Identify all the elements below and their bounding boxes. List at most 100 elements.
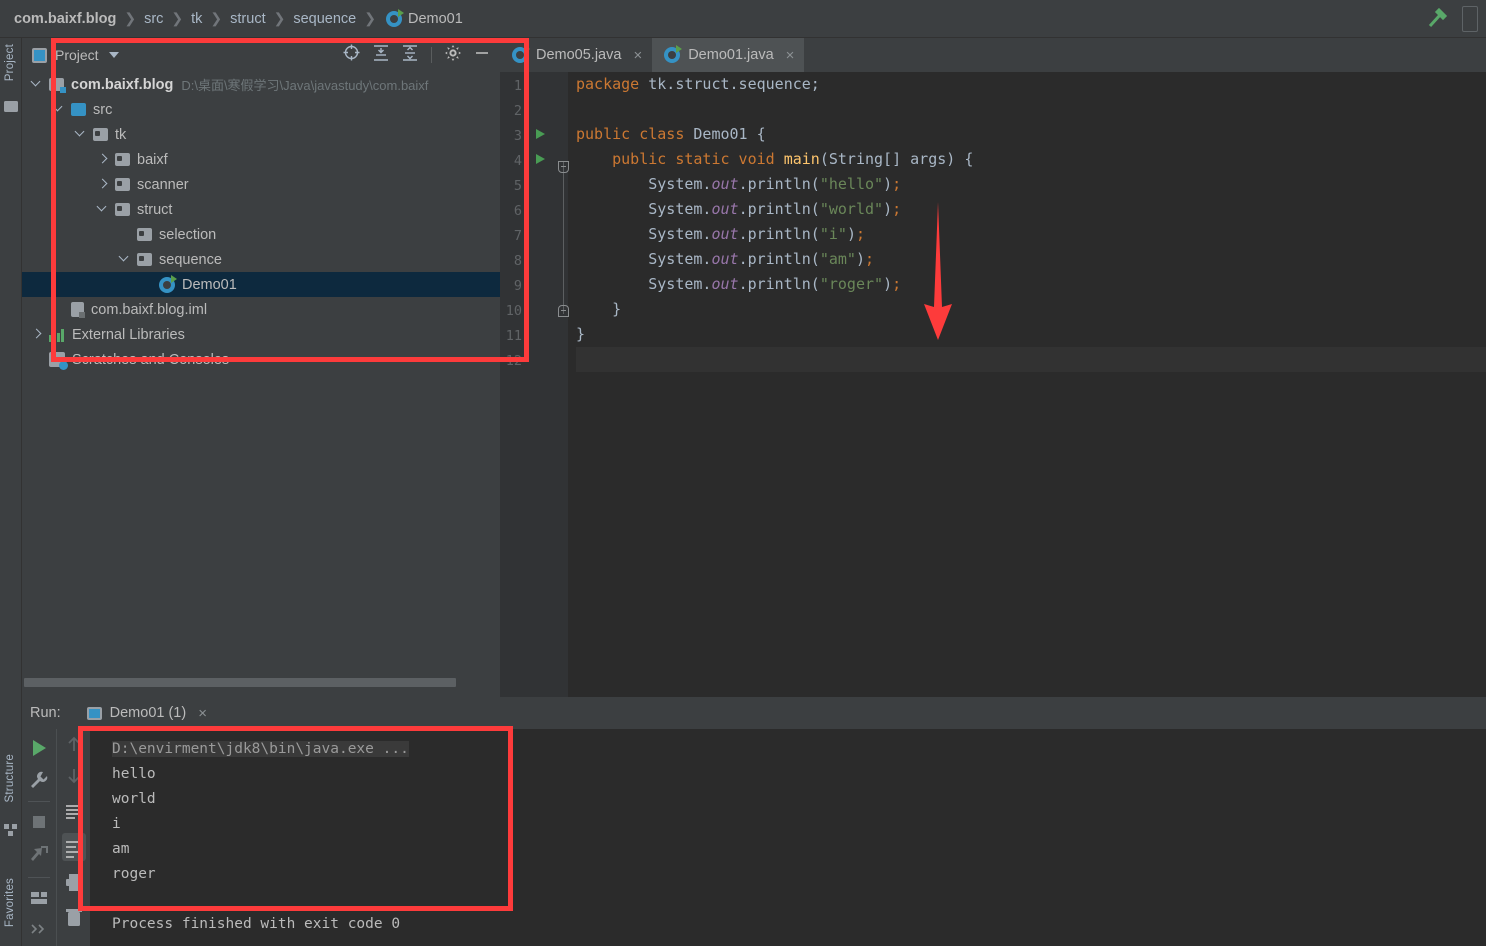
line-number: 2: [513, 103, 522, 119]
code-line-7[interactable]: System.out.println("i");: [576, 222, 1486, 247]
chevron-down-icon[interactable]: [120, 254, 131, 265]
code-line-3[interactable]: public class Demo01 {: [576, 122, 1486, 147]
chevron-down-icon[interactable]: [98, 204, 109, 215]
tree-arrow-placeholder: [142, 279, 153, 290]
expand-all-icon[interactable]: [373, 44, 389, 66]
tree-item-demo01[interactable]: Demo01: [22, 272, 500, 297]
breadcrumb-item-demo01[interactable]: Demo01: [408, 11, 463, 27]
scroll-to-end-icon[interactable]: [62, 833, 86, 861]
close-icon[interactable]: ×: [786, 47, 795, 64]
down-arrow-icon[interactable]: [63, 765, 85, 787]
code-token-pl: ): [855, 250, 865, 268]
code-line-10[interactable]: }: [576, 297, 1486, 322]
collapse-all-icon[interactable]: [402, 44, 418, 66]
chevron-down-icon[interactable]: [54, 104, 65, 115]
code-line-4[interactable]: public static void main(String[] args) {: [576, 147, 1486, 172]
close-icon[interactable]: ×: [633, 47, 642, 64]
code-line-9[interactable]: System.out.println("roger");: [576, 272, 1486, 297]
code-line-11[interactable]: }: [576, 322, 1486, 347]
breadcrumb-separator: ❯: [273, 10, 286, 26]
chevron-right-icon[interactable]: [32, 329, 43, 340]
strip-label-structure[interactable]: Structure: [4, 754, 16, 802]
tree-item-selection[interactable]: selection: [22, 222, 500, 247]
line-number: 10: [505, 303, 522, 319]
tree-item-label: Scratches and Consoles: [72, 351, 230, 368]
editor-tab-label: Demo01.java: [688, 47, 774, 63]
resume-icon[interactable]: [28, 843, 50, 865]
code-editor[interactable]: 1 2 3 4 5 6 7 8 9 10 11 12 package tk.struct.sequen…: [51, 38, 1486, 697]
hammer-icon[interactable]: [1426, 6, 1452, 32]
line-number: 4: [513, 153, 522, 169]
up-arrow-icon[interactable]: [63, 733, 85, 755]
tree-item-com-baixf-blog[interactable]: com.baixf.blog D:\桌面\寒假学习\Java\javastudy\…: [22, 72, 500, 97]
code-line-8[interactable]: System.out.println("am");: [576, 247, 1486, 272]
project-tree[interactable]: com.baixf.blog D:\桌面\寒假学习\Java\javastudy\…: [22, 72, 500, 680]
tree-item-label: External Libraries: [72, 326, 185, 343]
breadcrumb-item-tk[interactable]: tk: [191, 11, 202, 27]
stop-icon[interactable]: [28, 811, 50, 833]
expand-more-icon[interactable]: [28, 921, 50, 943]
tree-item-sequence[interactable]: sequence: [22, 247, 500, 272]
locate-icon[interactable]: [343, 44, 360, 66]
code-line-6[interactable]: System.out.println("world");: [576, 197, 1486, 222]
chevron-down-icon[interactable]: [76, 129, 87, 140]
tree-item-scratches-and-consoles[interactable]: Scratches and Consoles: [22, 347, 500, 372]
editor-gutter[interactable]: 1 2 3 4 5 6 7 8 9 10 11 12: [500, 72, 569, 697]
chevron-right-icon[interactable]: [98, 179, 109, 190]
code-line-5[interactable]: System.out.println("hello");: [576, 172, 1486, 197]
settings-gear-icon[interactable]: [445, 44, 461, 66]
rerun-settings-icon[interactable]: [28, 769, 50, 791]
chevron-down-icon[interactable]: [108, 52, 119, 58]
code-token-pl: ): [883, 275, 893, 293]
close-icon[interactable]: ×: [198, 705, 207, 722]
chevron-down-icon[interactable]: [32, 79, 43, 90]
breadcrumb-item-struct[interactable]: struct: [230, 11, 265, 27]
run-gutter-icon[interactable]: [536, 154, 545, 164]
code-line-1[interactable]: package tk.struct.sequence;: [576, 72, 1486, 97]
module-folder-icon: [49, 78, 66, 93]
run-gutter-icon[interactable]: [536, 129, 545, 139]
run-tab-demo01[interactable]: Demo01 (1) ×: [86, 705, 207, 722]
tree-item-src[interactable]: src: [22, 97, 500, 122]
strip-label-favorites[interactable]: Favorites: [4, 878, 16, 927]
tree-item-struct[interactable]: struct: [22, 197, 500, 222]
breadcrumb-item-project[interactable]: com.baixf.blog: [14, 11, 116, 27]
run-icon[interactable]: [28, 737, 50, 759]
breadcrumb-item-src[interactable]: src: [144, 11, 163, 27]
trash-icon[interactable]: [63, 907, 85, 929]
soft-wrap-icon[interactable]: [63, 801, 85, 823]
package-folder-icon: [115, 203, 130, 216]
code-line-12[interactable]: [576, 347, 1486, 372]
project-hscrollbar[interactable]: [22, 675, 500, 689]
code-content[interactable]: package tk.struct.sequence; public class …: [568, 72, 1486, 697]
editor-tab-demo05-java[interactable]: Demo05.java ×: [500, 38, 652, 72]
chevron-right-icon[interactable]: [98, 154, 109, 165]
editor-tabbar[interactable]: Demo05.java × Demo01.java ×: [500, 38, 1486, 72]
tree-item-label: scanner: [137, 176, 189, 193]
tree-arrow-placeholder: [54, 304, 65, 315]
tree-item-com-baixf-blog-iml[interactable]: com.baixf.blog.iml: [22, 297, 500, 322]
search-everywhere-button[interactable]: [1462, 5, 1478, 32]
project-tool-window: Project com.baixf.blog D:\桌面\寒假学习\Java\j…: [22, 38, 500, 697]
minimize-icon[interactable]: [474, 45, 490, 66]
strip-label-project[interactable]: Project: [4, 44, 16, 81]
line-number: 1: [513, 78, 522, 94]
tree-item-scanner[interactable]: scanner: [22, 172, 500, 197]
tree-item-tk[interactable]: tk: [22, 122, 500, 147]
code-token-pl: System.: [576, 200, 712, 218]
editor-tab-demo01-java[interactable]: Demo01.java ×: [652, 38, 805, 72]
code-token-pl: .println(: [738, 175, 820, 193]
toolbar-divider: [431, 47, 432, 63]
code-token-fld: out: [711, 250, 739, 268]
tree-item-external-libraries[interactable]: External Libraries: [22, 322, 500, 347]
layout-icon[interactable]: [28, 887, 50, 909]
print-icon[interactable]: [63, 871, 85, 893]
tree-item-label: Demo01: [182, 276, 237, 293]
code-token-str: "am": [819, 250, 856, 268]
code-line-2[interactable]: [576, 97, 1486, 122]
tree-item-baixf[interactable]: baixf: [22, 147, 500, 172]
project-hscrollbar-thumb[interactable]: [24, 678, 456, 687]
breadcrumb-item-sequence[interactable]: sequence: [293, 11, 356, 27]
console-output[interactable]: D:\envirment\jdk8\bin\java.exe ... hello w…: [90, 729, 1486, 946]
